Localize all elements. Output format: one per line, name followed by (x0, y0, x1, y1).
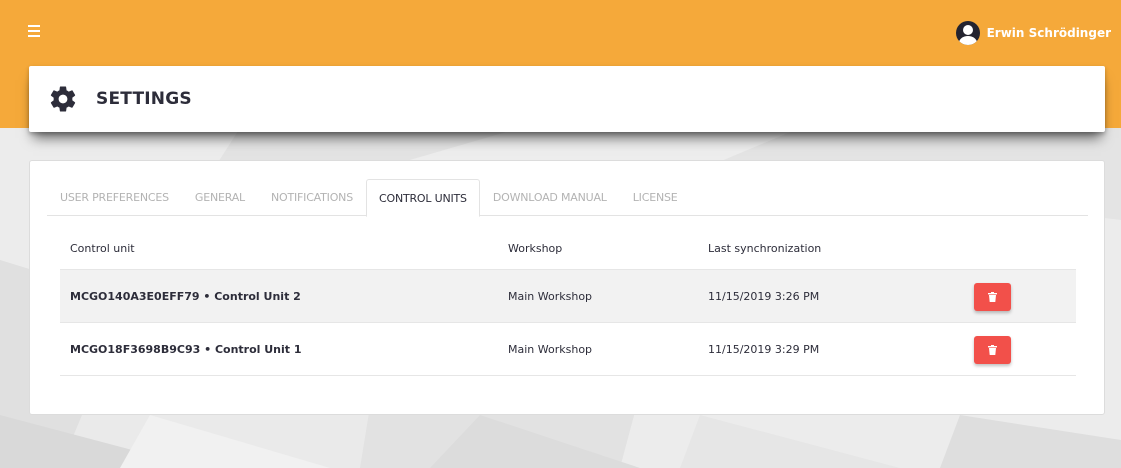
workshop-name: Main Workshop (508, 290, 593, 303)
user-avatar-icon (955, 21, 980, 45)
delete-button[interactable] (974, 336, 1011, 364)
tab-license[interactable]: LICENSE (620, 179, 691, 216)
tab-notifications[interactable]: NOTIFICATIONS (258, 179, 366, 216)
settings-header-card: SETTINGS (29, 66, 1105, 132)
settings-tabs: USER PREFERENCES GENERAL NOTIFICATIONS C… (47, 179, 1088, 217)
user-name: Erwin Schrödinger (986, 26, 1111, 40)
table-row: MCGO140A3E0EFF79 • Control Unit 2 Main W… (60, 270, 1076, 323)
tab-user-preferences[interactable]: USER PREFERENCES (47, 179, 182, 216)
column-header-control-unit: Control unit (70, 242, 135, 255)
tab-download-manual[interactable]: DOWNLOAD MANUAL (480, 179, 620, 216)
trash-icon (988, 345, 997, 355)
workshop-name: Main Workshop (508, 343, 593, 356)
column-header-last-sync: Last synchronization (708, 242, 822, 255)
table-row: MCGO18F3698B9C93 • Control Unit 1 Main W… (60, 323, 1076, 376)
last-sync-time: 11/15/2019 3:26 PM (708, 290, 820, 303)
tab-general[interactable]: GENERAL (182, 179, 258, 216)
control-unit-name: MCGO18F3698B9C93 • Control Unit 1 (70, 343, 302, 356)
trash-icon (988, 292, 997, 302)
hamburger-icon[interactable] (28, 25, 40, 37)
control-unit-name: MCGO140A3E0EFF79 • Control Unit 2 (70, 290, 301, 303)
page-title: SETTINGS (96, 89, 192, 109)
column-header-workshop: Workshop (508, 242, 563, 255)
settings-panel: USER PREFERENCES GENERAL NOTIFICATIONS C… (29, 160, 1105, 415)
delete-button[interactable] (974, 283, 1011, 311)
user-menu[interactable]: Erwin Schrödinger (955, 21, 1111, 45)
gear-icon (50, 86, 76, 112)
table-header: Control unit Workshop Last synchronizati… (60, 228, 1076, 270)
last-sync-time: 11/15/2019 3:29 PM (708, 343, 820, 356)
control-units-table: Control unit Workshop Last synchronizati… (60, 228, 1076, 376)
tab-control-units[interactable]: CONTROL UNITS (366, 179, 480, 217)
